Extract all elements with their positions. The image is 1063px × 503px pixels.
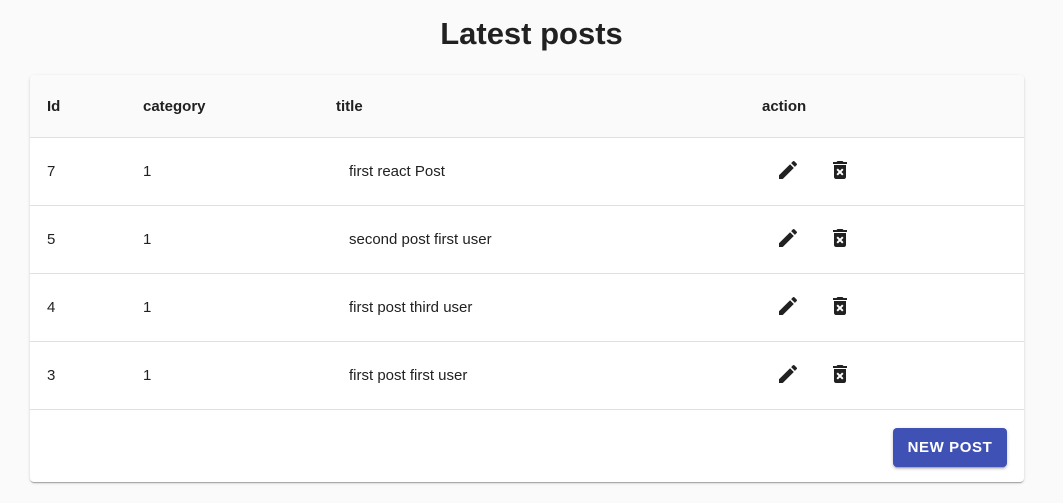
cell-title: first react Post xyxy=(349,163,445,180)
cell-category: 1 xyxy=(143,231,152,248)
edit-button[interactable] xyxy=(768,218,808,258)
edit-icon xyxy=(779,160,798,179)
cell-id: 5 xyxy=(47,231,56,248)
cell-category: 1 xyxy=(143,163,152,180)
header-category: category xyxy=(143,97,206,115)
delete-button[interactable] xyxy=(820,286,860,326)
cell-id: 4 xyxy=(47,299,56,316)
edit-icon xyxy=(779,364,798,383)
edit-icon xyxy=(779,296,798,315)
header-id: Id xyxy=(47,97,61,115)
cell-title: first post first user xyxy=(349,367,468,384)
table-row: 5 1 second post first user xyxy=(30,206,1024,274)
cell-id: 7 xyxy=(47,163,56,180)
table-header-row: Id category title action xyxy=(30,75,1024,138)
page-title: Latest posts xyxy=(440,16,623,51)
delete-forever-icon xyxy=(833,364,847,383)
table-row: 4 1 first post third user xyxy=(30,274,1024,342)
edit-button[interactable] xyxy=(768,150,808,190)
delete-button[interactable] xyxy=(820,354,860,394)
cell-title: first post third user xyxy=(349,299,473,316)
table-row: 7 1 first react Post xyxy=(30,138,1024,206)
posts-table-card: Id category title action 7 1 first react… xyxy=(30,75,1024,482)
cell-category: 1 xyxy=(143,367,152,384)
header-action: action xyxy=(762,97,807,115)
delete-forever-icon xyxy=(833,296,847,315)
header-title: title xyxy=(336,97,363,115)
cell-id: 3 xyxy=(47,367,56,384)
delete-forever-icon xyxy=(833,160,847,179)
table-footer: NEW POST xyxy=(30,410,1024,482)
edit-icon xyxy=(779,228,798,247)
edit-button[interactable] xyxy=(768,354,808,394)
cell-title: second post first user xyxy=(349,231,492,248)
edit-button[interactable] xyxy=(768,286,808,326)
delete-button[interactable] xyxy=(820,150,860,190)
delete-button[interactable] xyxy=(820,218,860,258)
delete-forever-icon xyxy=(833,228,847,247)
cell-category: 1 xyxy=(143,299,152,316)
new-post-button[interactable]: NEW POST xyxy=(893,428,1007,467)
table-row: 3 1 first post first user xyxy=(30,342,1024,410)
